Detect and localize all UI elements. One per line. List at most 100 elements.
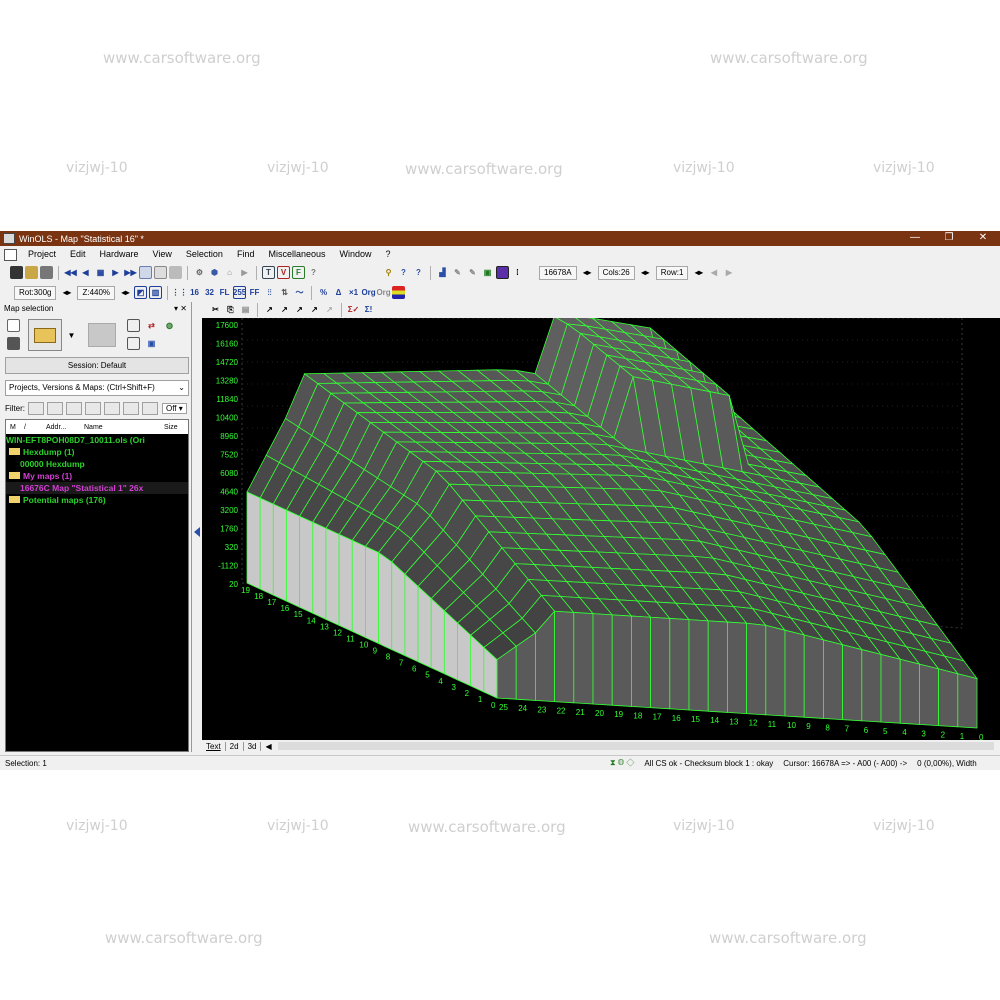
project-combo[interactable]: Projects, Versions & Maps: (Ctrl+Shift+F… <box>5 380 189 396</box>
menu-hardware[interactable]: Hardware <box>93 247 146 262</box>
document-icon[interactable] <box>4 248 17 261</box>
list-item[interactable]: 16676C Map "Statistical 1" 26x <box>6 482 188 494</box>
col-addr[interactable]: Addr... <box>42 424 80 431</box>
hex-icon[interactable]: ⋮⋮ <box>172 286 188 299</box>
paste-icon[interactable]: ▤ <box>239 303 252 316</box>
compare-icon[interactable] <box>154 266 167 279</box>
filter-button[interactable] <box>28 401 44 415</box>
cols-field[interactable]: Cols:26 <box>597 265 635 280</box>
home-icon[interactable]: ⌂ <box>223 266 236 279</box>
surface-plot[interactable]: 1760016160147201328011840104008960752060… <box>202 318 1000 740</box>
filter-button[interactable] <box>142 401 158 415</box>
view-mode-icon[interactable]: ◩ <box>134 286 148 299</box>
format-icon[interactable]: ⁞ <box>511 266 524 279</box>
filter-off-select[interactable]: Off ▾ <box>162 402 187 414</box>
nav-left-icon[interactable]: ◀ <box>707 266 720 279</box>
filter-button[interactable] <box>47 401 63 415</box>
export-icon[interactable]: ↗ <box>263 303 276 316</box>
export5-icon[interactable]: ↗ <box>323 303 336 316</box>
session-button[interactable]: Session: Default <box>5 357 189 374</box>
col-m[interactable]: M <box>6 424 20 431</box>
cols-stepper[interactable]: ◂▸ <box>639 266 652 279</box>
link-icon[interactable]: ▣ <box>145 337 158 350</box>
transfer-icon[interactable]: ⇄ <box>145 319 158 332</box>
menu-edit[interactable]: Edit <box>63 247 93 262</box>
close-button[interactable]: ✕ <box>966 231 1000 245</box>
x1-icon[interactable]: ×1 <box>347 286 360 299</box>
prev-icon[interactable]: ◀ <box>79 266 92 279</box>
globe-icon[interactable]: ◍ <box>163 319 176 332</box>
save-icon[interactable] <box>40 266 53 279</box>
list-item[interactable]: My maps (1) <box>6 470 188 482</box>
tab-2d[interactable]: 2d <box>226 741 244 751</box>
menu-help[interactable]: ? <box>379 247 398 262</box>
sum-icon[interactable]: Σ! <box>362 303 375 316</box>
list-item[interactable]: WIN-EFT8POH08D7_10011.ols (Ori <box>6 434 188 446</box>
import-icon[interactable] <box>127 319 140 332</box>
sum-check-icon[interactable]: Σ✓ <box>347 303 360 316</box>
list-item[interactable]: 00000 Hexdump <box>6 458 188 470</box>
text-view-icon[interactable]: T <box>262 266 275 279</box>
view-mode2-icon[interactable]: ▥ <box>149 286 163 299</box>
cut-icon[interactable]: ✂ <box>209 303 222 316</box>
col-size[interactable]: Size <box>160 424 178 431</box>
list-item[interactable]: Potential maps (176) <box>6 494 188 506</box>
panel-controls[interactable]: ▾ ✕ <box>174 304 187 313</box>
whatsthis-icon[interactable]: ? <box>412 266 425 279</box>
original2-icon[interactable]: Org <box>376 286 390 299</box>
export4-icon[interactable]: ↗ <box>308 303 321 316</box>
color-icon[interactable] <box>496 266 509 279</box>
address-stepper[interactable]: ◂▸ <box>581 266 594 279</box>
col-sort[interactable]: / <box>20 424 42 431</box>
open-icon[interactable] <box>25 266 38 279</box>
signal-icon[interactable]: 〜 <box>293 286 306 299</box>
search-icon[interactable]: ⚲ <box>382 266 395 279</box>
rotation-field[interactable]: Rot:300g <box>14 285 57 300</box>
export2-icon[interactable]: ↗ <box>278 303 291 316</box>
dec32-icon[interactable]: 32 <box>203 286 216 299</box>
minimize-button[interactable]: — <box>898 231 932 245</box>
tool-icon[interactable]: ✎ <box>451 266 464 279</box>
horizontal-scrollbar[interactable] <box>277 742 994 750</box>
hardware-icon[interactable]: ⚙ <box>193 266 206 279</box>
user-icon[interactable] <box>10 266 23 279</box>
original-icon[interactable]: Org <box>361 286 375 299</box>
chart-icon[interactable]: ▟ <box>436 266 449 279</box>
filter-button[interactable] <box>66 401 82 415</box>
export3-icon[interactable]: ↗ <box>293 303 306 316</box>
dropdown-arrow-icon[interactable]: ▼ <box>65 329 78 342</box>
save-file-icon[interactable] <box>7 337 20 350</box>
float-icon[interactable]: FL <box>218 286 231 299</box>
open-folder-button[interactable] <box>28 319 62 351</box>
row-stepper[interactable]: ◂▸ <box>692 266 705 279</box>
tab-text[interactable]: Text <box>202 741 226 751</box>
menu-project[interactable]: Project <box>21 247 63 262</box>
menu-selection[interactable]: Selection <box>179 247 230 262</box>
connect-icon[interactable]: ⬢ <box>208 266 221 279</box>
new-file-icon[interactable] <box>7 319 20 332</box>
percent-icon[interactable]: % <box>317 286 330 299</box>
menu-miscellaneous[interactable]: Miscellaneous <box>261 247 332 262</box>
row-field[interactable]: Row:1 <box>655 265 689 280</box>
filter-button[interactable] <box>85 401 101 415</box>
map-list[interactable]: M / Addr... Name Size WIN-EFT8POH08D7_10… <box>5 419 189 752</box>
menu-find[interactable]: Find <box>230 247 262 262</box>
filter-button[interactable] <box>104 401 120 415</box>
tab-3d[interactable]: 3d <box>244 741 262 751</box>
help-icon[interactable]: ? <box>307 266 320 279</box>
view-3d-icon[interactable]: F <box>292 266 305 279</box>
list-item[interactable]: Hexdump (1) <box>6 446 188 458</box>
first-icon[interactable]: ◀◀ <box>64 266 77 279</box>
scroll-left-icon[interactable]: ◀ <box>265 742 271 751</box>
window-icon[interactable] <box>139 266 152 279</box>
next-icon[interactable]: ▶ <box>109 266 122 279</box>
address-field[interactable]: 16678A <box>539 265 577 280</box>
panel-splitter[interactable] <box>192 302 202 752</box>
ff-icon[interactable]: FF <box>248 286 261 299</box>
menu-window[interactable]: Window <box>332 247 378 262</box>
map-3d-view[interactable]: 17600 16160 14720 13280 11840 10400 8960 7520 60… <box>202 318 1000 740</box>
value255-icon[interactable]: 255 <box>233 286 246 299</box>
bits-icon[interactable]: ⫶⫶ <box>263 286 276 299</box>
zoom-stepper[interactable]: ◂▸ <box>119 286 132 299</box>
delta-icon[interactable]: Δ <box>332 286 345 299</box>
